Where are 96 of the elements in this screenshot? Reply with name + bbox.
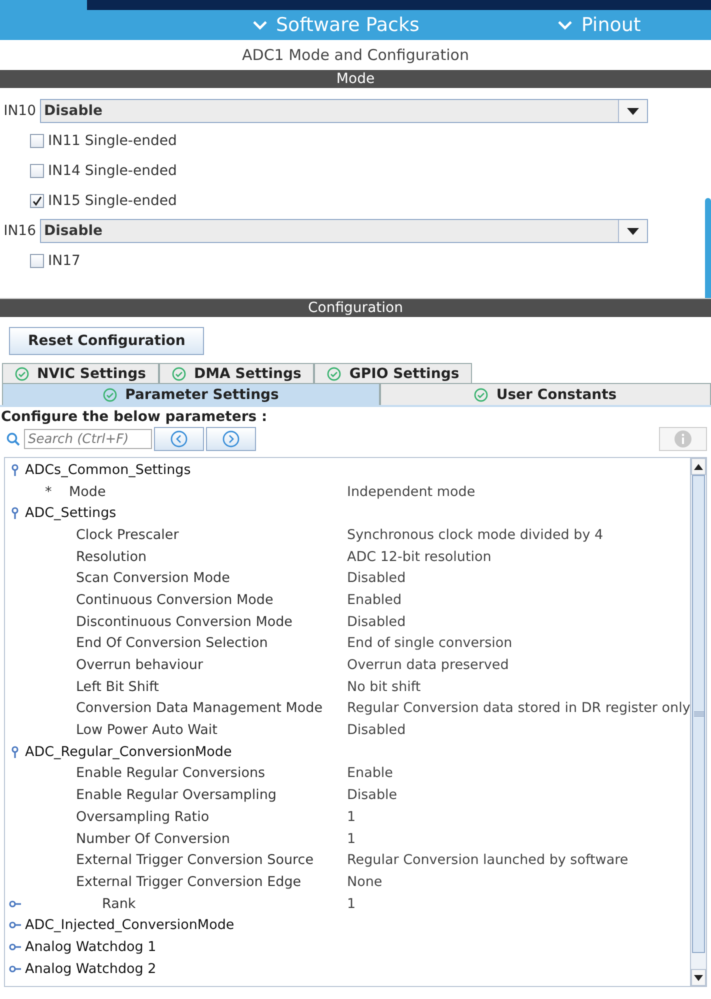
info-icon: [674, 430, 692, 448]
scrollbar-thumb[interactable]: [692, 475, 705, 953]
expanded-node-icon[interactable]: [11, 464, 19, 476]
parameter-label: Discontinuous Conversion Mode: [76, 614, 292, 630]
parameter-label: Overrun behaviour: [76, 657, 203, 674]
tree-group-label[interactable]: ADC_Regular_ConversionMode: [25, 744, 232, 760]
settings-tab[interactable]: GPIO Settings: [314, 363, 472, 383]
collapsed-node-icon[interactable]: [9, 921, 21, 930]
parameter-value[interactable]: 1: [347, 808, 356, 825]
tree-group-label[interactable]: Analog Watchdog 1: [25, 938, 156, 955]
checkbox-label: IN11 Single-ended: [48, 133, 177, 149]
down-triangle-icon: [694, 974, 704, 980]
reset-button[interactable]: Reset Configuration: [9, 327, 204, 355]
channel-label: IN16: [2, 223, 36, 239]
grip-icon: [694, 711, 704, 717]
parameter-value[interactable]: Disabled: [347, 570, 406, 586]
parameter-label: Continuous Conversion Mode: [76, 592, 274, 608]
check-icon: [32, 196, 42, 206]
channel-dropdown[interactable]: Disable: [40, 219, 648, 243]
parameter-label: Left Bit Shift: [76, 678, 159, 695]
previous-button[interactable]: [154, 427, 204, 451]
parameter-value[interactable]: 1: [347, 830, 356, 847]
up-triangle-icon: [694, 464, 704, 470]
parameter-label: Enable Regular Oversampling: [76, 787, 276, 804]
next-button[interactable]: [206, 427, 256, 451]
check-circle-icon: [103, 388, 118, 402]
dropdown-arrow-icon: [627, 228, 639, 234]
parameter-label: Oversampling Ratio: [76, 808, 210, 825]
parameter-label: Scan Conversion Mode: [76, 570, 230, 586]
parameter-value[interactable]: 1: [347, 896, 356, 912]
scrollbar-thumb[interactable]: [705, 198, 711, 298]
expanded-node-icon[interactable]: [11, 746, 19, 758]
scroll-down-button[interactable]: [691, 969, 706, 986]
checkbox-label: IN15 Single-ended: [48, 193, 177, 209]
check-circle-icon: [172, 366, 186, 380]
scroll-up-button[interactable]: [691, 458, 706, 475]
expanded-node-icon[interactable]: [11, 507, 19, 520]
settings-tab[interactable]: User Constants: [380, 383, 711, 405]
checkbox-label: IN17: [48, 253, 80, 269]
dropdown-arrow-icon: [627, 108, 639, 114]
parameter-value[interactable]: ADC 12-bit resolution: [347, 548, 492, 565]
search-field[interactable]: Search (Ctrl+F): [24, 429, 152, 449]
left-circle-icon: [170, 430, 188, 448]
parameter-value[interactable]: Enabled: [347, 592, 402, 608]
parameter-value[interactable]: Disabled: [347, 614, 406, 630]
parameter-value[interactable]: Enable: [347, 765, 393, 782]
parameter-value[interactable]: Regular Conversion data stored in DR register only: [347, 700, 690, 716]
search-icon: [6, 432, 20, 446]
parameter-label: Low Power Auto Wait: [76, 722, 218, 738]
parameter-label: External Trigger Conversion Source: [76, 852, 314, 868]
tree-group-label[interactable]: ADC_Injected_ConversionMode: [25, 917, 234, 934]
parameter-label: External Trigger Conversion Edge: [76, 874, 302, 890]
parameter-label: Conversion Data Management Mode: [76, 700, 323, 716]
parameter-value[interactable]: Disabled: [347, 722, 406, 738]
check-circle-icon: [15, 366, 29, 380]
channel-label: IN10: [2, 103, 36, 119]
parameter-value[interactable]: Overrun data preserved: [347, 657, 509, 674]
checkbox-label: IN14 Single-ended: [48, 163, 177, 179]
parameter-value[interactable]: Regular Conversion launched by software: [347, 852, 628, 868]
parameter-value[interactable]: None: [347, 874, 382, 890]
parameter-label: Resolution: [76, 548, 147, 565]
checkbox[interactable]: [30, 164, 44, 178]
section-header: Mode: [0, 70, 711, 88]
parameter-value[interactable]: Disable: [347, 787, 398, 804]
parameter-label: Mode: [69, 484, 106, 500]
collapsed-node-icon[interactable]: [9, 942, 21, 951]
parameter-value[interactable]: End of single conversion: [347, 635, 512, 652]
instruction-text: Configure the below parameters :: [1, 409, 268, 425]
parameter-label: Rank: [102, 896, 136, 912]
collapsed-node-icon[interactable]: [9, 900, 21, 908]
parameter-label: Number Of Conversion: [76, 830, 230, 847]
panel-title: ADC1 Mode and Configuration: [242, 46, 469, 64]
check-circle-icon: [474, 388, 488, 402]
tree-group-label[interactable]: ADC_Settings: [25, 505, 116, 522]
parameter-label: End Of Conversion Selection: [76, 635, 268, 652]
tree-group-label[interactable]: Analog Watchdog 2: [25, 960, 156, 977]
parameter-label: Clock Prescaler: [76, 526, 179, 543]
collapsed-node-icon[interactable]: [9, 964, 21, 973]
checkbox[interactable]: [30, 134, 44, 148]
required-marker: *: [44, 484, 53, 500]
settings-tab[interactable]: DMA Settings: [159, 363, 314, 383]
check-circle-icon: [327, 366, 342, 380]
checkbox[interactable]: [30, 254, 44, 268]
settings-tab[interactable]: Parameter Settings: [2, 383, 380, 405]
tree-group-label[interactable]: ADCs_Common_Settings: [25, 462, 191, 478]
chevron-down-icon: [252, 19, 268, 31]
checkbox[interactable]: [30, 194, 44, 208]
parameter-value[interactable]: Synchronous clock mode divided by 4: [347, 526, 604, 543]
settings-tab[interactable]: NVIC Settings: [2, 363, 159, 383]
parameter-value[interactable]: Independent mode: [347, 484, 476, 500]
chevron-down-icon: [557, 19, 574, 31]
parameter-label: Enable Regular Conversions: [76, 765, 266, 782]
right-circle-icon: [222, 430, 240, 448]
section-header: Configuration: [0, 299, 711, 317]
channel-dropdown[interactable]: Disable: [40, 99, 648, 123]
parameter-value[interactable]: No bit shift: [347, 678, 421, 695]
